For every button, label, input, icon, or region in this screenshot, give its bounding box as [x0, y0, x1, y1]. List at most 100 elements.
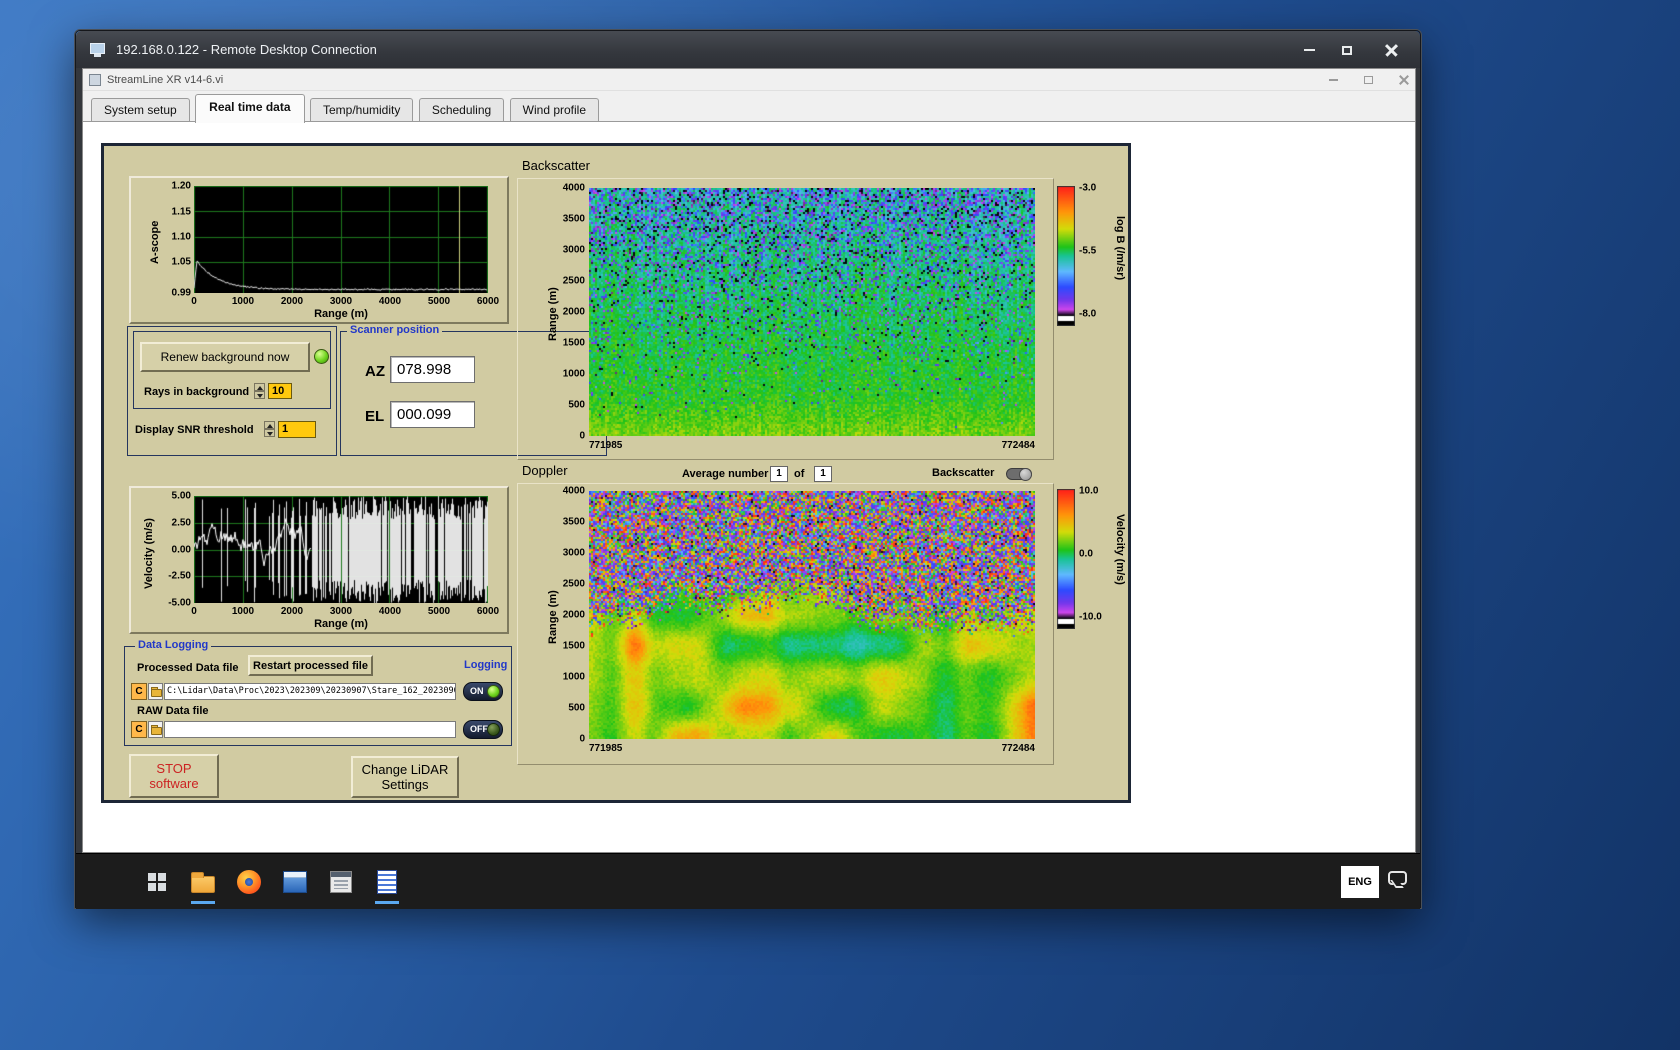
- restart-processed-file-button[interactable]: Restart processed file: [248, 655, 373, 676]
- ascope-x-ticks: 0 1000 2000 3000 4000 5000 6000: [191, 296, 500, 307]
- renew-background-box: Renew background now Rays in background …: [133, 331, 331, 409]
- close-icon: [1385, 44, 1398, 57]
- tab-scheduling[interactable]: Scheduling: [418, 98, 505, 122]
- start-button[interactable]: [138, 860, 176, 904]
- app-restore-icon[interactable]: [1364, 76, 1373, 84]
- tab-wind-profile[interactable]: Wind profile: [509, 98, 600, 122]
- doppler-title: Doppler: [522, 463, 568, 478]
- az-label: AZ: [365, 363, 385, 380]
- velocity-plot-canvas: [194, 496, 488, 603]
- processed-logging-led: [487, 685, 500, 698]
- folder-icon: [191, 871, 215, 893]
- ascope-plot-canvas: [194, 186, 488, 293]
- rdp-titlebar[interactable]: 192.168.0.122 - Remote Desktop Connectio…: [76, 31, 1420, 68]
- raw-data-file-label: RAW Data file: [137, 705, 209, 717]
- data-logging-title: Data Logging: [135, 639, 212, 651]
- raw-path-field[interactable]: [164, 721, 456, 738]
- snr-spinner[interactable]: [264, 421, 275, 437]
- streamline-app-window: StreamLine XR v14-6.vi System setup Real…: [82, 68, 1416, 853]
- doppler-colorbar: [1057, 489, 1075, 629]
- real-time-data-page: A-scope 1.20 1.15 1.10 1.05 0.99 0 1000 2000 30…: [83, 121, 1415, 852]
- backscatter-x-ticks: 771985 772484: [589, 440, 1035, 451]
- blue-window-icon: [283, 871, 307, 893]
- tab-temp-humidity[interactable]: Temp/humidity: [309, 98, 414, 122]
- rdp-close-button[interactable]: [1368, 37, 1414, 63]
- doppler-x-ticks: 771985 772484: [589, 743, 1035, 754]
- snr-value-field[interactable]: 1: [278, 421, 316, 438]
- remote-desktop-icon: [90, 42, 108, 57]
- rdp-window: 192.168.0.122 - Remote Desktop Connectio…: [75, 30, 1421, 909]
- on-label: ON: [470, 686, 484, 696]
- doppler-colorbar-ticks: 10.0 0.0 -10.0: [1079, 485, 1102, 623]
- el-value-field[interactable]: 000.099: [390, 401, 475, 428]
- velocity-x-ticks: 0 1000 2000 3000 4000 5000 6000: [191, 606, 500, 617]
- az-value-field[interactable]: 078.998: [390, 356, 475, 383]
- rdp-maximize-button[interactable]: [1330, 37, 1364, 63]
- snr-threshold-label: Display SNR threshold: [135, 424, 254, 436]
- front-panel: A-scope 1.20 1.15 1.10 1.05 0.99 0 1000 2000 30…: [101, 143, 1131, 803]
- rdp-window-title: 192.168.0.122 - Remote Desktop Connectio…: [116, 42, 377, 57]
- processed-drive-selector[interactable]: C: [131, 683, 147, 700]
- stop-line1: STOP: [156, 761, 192, 776]
- backscatter-toggle-label: Backscatter: [932, 467, 995, 479]
- document-app-button[interactable]: [368, 860, 406, 904]
- maximize-icon: [1342, 45, 1352, 55]
- app-titlebar[interactable]: StreamLine XR v14-6.vi: [83, 69, 1415, 91]
- backscatter-y-ticks: 4000 3500 3000 2500 2000 1500 1000 500 0: [562, 182, 585, 442]
- of-label: of: [794, 468, 805, 480]
- app-window-button[interactable]: [276, 860, 314, 904]
- notification-chat-button[interactable]: [1388, 871, 1412, 893]
- raw-logging-led: [487, 723, 500, 736]
- app-title: StreamLine XR v14-6.vi: [107, 73, 224, 86]
- rays-spinner[interactable]: [254, 383, 265, 399]
- taskbar: ENG: [76, 853, 1420, 909]
- raw-logging-toggle[interactable]: OFF: [463, 720, 503, 739]
- average-number-field[interactable]: 1: [770, 466, 788, 482]
- backscatter-colorbar: [1057, 186, 1075, 326]
- document-icon: [377, 870, 397, 894]
- renew-background-led: [314, 349, 329, 364]
- processed-logging-toggle[interactable]: ON: [463, 682, 503, 701]
- raw-drive-selector[interactable]: C: [131, 721, 147, 738]
- ascope-y-ticks: 1.20 1.15 1.10 1.05 0.99: [171, 180, 191, 299]
- firefox-button[interactable]: [230, 860, 268, 904]
- language-indicator[interactable]: ENG: [1341, 866, 1379, 898]
- rdp-client-area: StreamLine XR v14-6.vi System setup Real…: [76, 68, 1420, 909]
- desktop: 192.168.0.122 - Remote Desktop Connectio…: [0, 0, 1680, 1050]
- app-minimize-icon[interactable]: [1329, 79, 1338, 81]
- change-line1: Change LiDAR: [361, 762, 449, 777]
- tab-real-time-data[interactable]: Real time data: [195, 94, 305, 123]
- doppler-y-ticks: 4000 3500 3000 2500 2000 1500 1000 500 0: [562, 485, 585, 745]
- raw-browse-button[interactable]: [148, 721, 163, 738]
- el-label: EL: [365, 408, 385, 425]
- running-indicator: [375, 901, 399, 904]
- doppler-colorbar-label: Velocity (m/s): [1114, 514, 1126, 585]
- app-close-icon[interactable]: [1399, 75, 1409, 85]
- scan-scheduler-button[interactable]: [322, 860, 360, 904]
- background-controls-box: Renew background now Rays in background …: [127, 326, 337, 456]
- change-lidar-settings-button[interactable]: Change LiDAR Settings: [351, 756, 459, 798]
- firefox-icon: [237, 870, 261, 894]
- rays-in-background-label: Rays in background: [144, 386, 250, 398]
- scheduler-icon: [330, 871, 352, 893]
- windows-logo-icon: [148, 873, 166, 891]
- stop-software-button[interactable]: STOP software: [129, 754, 219, 798]
- file-explorer-button[interactable]: [184, 860, 222, 904]
- processed-browse-button[interactable]: [148, 683, 163, 700]
- tab-system-setup[interactable]: System setup: [91, 98, 190, 122]
- tab-bar: System setup Real time data Temp/humidit…: [83, 91, 1415, 123]
- data-logging-box: Data Logging Processed Data file Restart…: [124, 639, 512, 746]
- average-count-field[interactable]: 1: [814, 466, 832, 482]
- running-indicator: [191, 901, 215, 904]
- backscatter-display-toggle[interactable]: [1006, 468, 1032, 481]
- doppler-heatmap-canvas: [589, 491, 1035, 739]
- ascope-x-axis-label: Range (m): [314, 308, 368, 320]
- rays-value-field[interactable]: 10: [268, 383, 292, 399]
- velocity-graph-frame: Velocity (m/s) 5.00 2.50 0.00 -2.50 -5.00 01…: [129, 486, 509, 634]
- chat-bubble-icon: [1388, 871, 1407, 885]
- rdp-minimize-button[interactable]: [1292, 37, 1326, 63]
- minimize-icon: [1303, 49, 1315, 51]
- renew-background-button[interactable]: Renew background now: [140, 342, 310, 372]
- ascope-graph-frame: A-scope 1.20 1.15 1.10 1.05 0.99 0 1000 2000 30…: [129, 176, 509, 324]
- processed-path-field[interactable]: C:\Lidar\Data\Proc\2023\202309\20230907\…: [164, 683, 456, 700]
